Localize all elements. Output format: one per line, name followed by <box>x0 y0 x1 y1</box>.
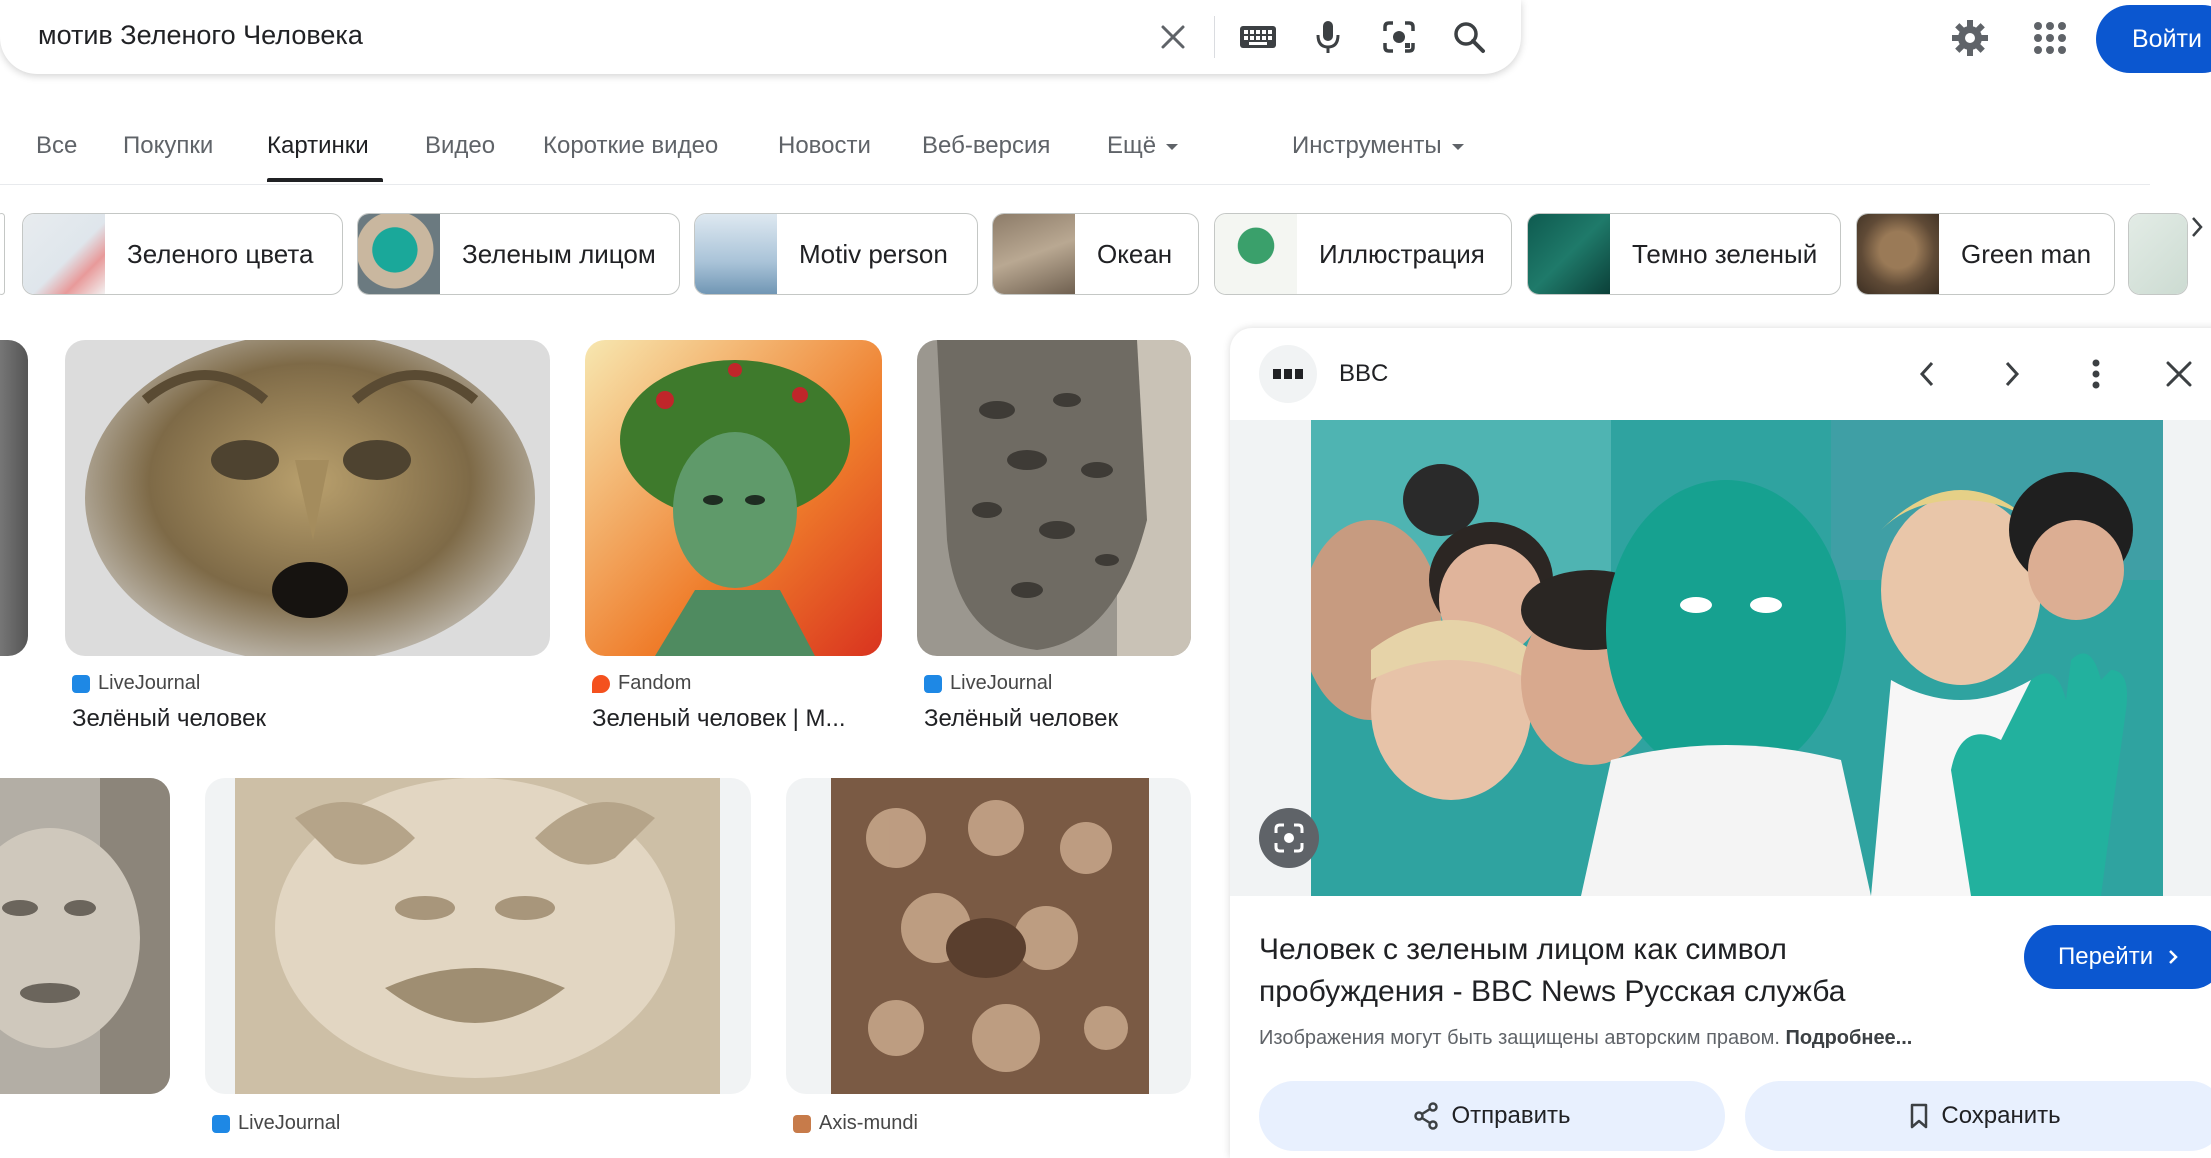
result-image[interactable] <box>65 340 550 656</box>
chip-thumbnail <box>993 214 1075 294</box>
result-source: LiveJournal <box>72 672 200 695</box>
livejournal-icon <box>212 1114 230 1133</box>
apps-grid-icon[interactable] <box>2030 18 2070 58</box>
chip-green-man[interactable]: Green man <box>1856 213 2115 295</box>
tools-button[interactable]: Инструменты <box>1292 132 1464 160</box>
result-image-partial[interactable] <box>0 340 28 656</box>
result-source-name: Fandom <box>618 672 692 694</box>
livejournal-icon <box>924 674 942 693</box>
tab-images[interactable]: Картинки <box>267 132 369 160</box>
share-label: Отправить <box>1451 1102 1571 1129</box>
copyright-notice: Изображения могут быть защищены авторски… <box>1259 1027 1912 1050</box>
signin-button[interactable]: Войти <box>2096 5 2211 73</box>
lens-icon <box>1274 823 1304 853</box>
tab-video[interactable]: Видео <box>425 132 495 160</box>
chevron-right-icon[interactable] <box>2182 214 2211 240</box>
chevron-down-icon <box>1451 143 1464 150</box>
chip-illustration[interactable]: Иллюстрация <box>1214 213 1512 295</box>
result-source: Fandom <box>592 672 691 695</box>
chip-label: Океан <box>1097 238 1173 269</box>
chip-ocean[interactable]: Океан <box>992 213 1199 295</box>
result-source-name: Axis-mundi <box>819 1112 918 1134</box>
result-source-name: LiveJournal <box>238 1112 341 1134</box>
result-image[interactable] <box>917 340 1191 656</box>
chip-thumbnail <box>1528 214 1610 294</box>
tab-more[interactable]: Ещё <box>1107 132 1179 160</box>
result-image[interactable] <box>0 778 170 1094</box>
bookmark-icon <box>1911 1103 1928 1129</box>
tab-short-video[interactable]: Короткие видео <box>543 132 718 160</box>
result-source: LiveJournal <box>212 1112 340 1135</box>
chevron-right-icon <box>2169 950 2178 964</box>
tab-web[interactable]: Веб-версия <box>922 132 1050 160</box>
chip-label: Темно зеленый <box>1632 238 1818 269</box>
chevron-down-icon <box>1166 143 1179 150</box>
more-info-link[interactable]: Подробнее... <box>1786 1027 1913 1049</box>
chip-thumbnail <box>695 214 777 294</box>
chip-green-color[interactable]: Зеленого цвета <box>22 213 343 295</box>
tabs-divider <box>0 184 2150 185</box>
chip-label: Зеленого цвета <box>127 238 314 269</box>
tab-news[interactable]: Новости <box>778 132 871 160</box>
panel-source[interactable]: BBC <box>1339 360 1388 388</box>
chip-motiv-person[interactable]: Motiv person <box>694 213 978 295</box>
lens-icon[interactable] <box>1376 14 1422 60</box>
result-source-name: LiveJournal <box>98 672 201 694</box>
save-label: Сохранить <box>1941 1102 2061 1129</box>
chip-thumbnail <box>1215 214 1297 294</box>
chip-label: Motiv person <box>799 238 948 269</box>
copyright-text: Изображения могут быть защищены авторски… <box>1259 1027 1780 1049</box>
chevron-right-icon[interactable] <box>1989 351 2035 397</box>
chip-green-face[interactable]: Зеленым лицом <box>357 213 680 295</box>
fandom-icon <box>592 674 610 693</box>
result-title[interactable]: Зелёный человек <box>924 705 1118 733</box>
result-title[interactable]: Зеленый человек | M... <box>592 705 846 733</box>
visit-label: Перейти <box>2058 943 2154 970</box>
result-image[interactable] <box>786 778 1191 1094</box>
chip-thumbnail <box>358 214 440 294</box>
result-source: Axis-mundi <box>793 1112 918 1135</box>
chip-partial-right[interactable] <box>2128 213 2188 295</box>
close-icon[interactable] <box>2156 351 2202 397</box>
keyboard-icon[interactable] <box>1235 14 1281 60</box>
result-image[interactable] <box>585 340 882 656</box>
result-image[interactable] <box>205 778 751 1094</box>
more-vert-icon[interactable] <box>2073 351 2119 397</box>
visit-button[interactable]: Перейти <box>2024 925 2211 989</box>
chip-thumbnail <box>2129 214 2187 294</box>
chip-label: Green man <box>1961 238 2092 269</box>
axis-mundi-icon <box>793 1114 811 1133</box>
tab-all[interactable]: Все <box>36 132 77 160</box>
search-icon[interactable] <box>1446 14 1492 60</box>
panel-title-line: пробуждения - BBC News Русская служба <box>1259 975 1846 1008</box>
bbc-logo-icon <box>1259 345 1317 403</box>
clear-icon[interactable] <box>1150 14 1196 60</box>
chip-label: Иллюстрация <box>1319 238 1485 269</box>
result-source-name: LiveJournal <box>950 672 1053 694</box>
result-title[interactable]: Зелёный человек <box>72 705 266 733</box>
tab-shopping[interactable]: Покупки <box>123 132 213 160</box>
tools-label: Инструменты <box>1292 132 1442 159</box>
livejournal-icon <box>72 674 90 693</box>
lens-search-button[interactable] <box>1259 808 1319 868</box>
gear-icon[interactable] <box>1948 16 1992 60</box>
tab-more-label: Ещё <box>1107 132 1157 159</box>
share-icon <box>1414 1102 1439 1130</box>
search-input[interactable]: мотив Зеленого Человека <box>38 20 363 51</box>
chip-label: Зеленым лицом <box>462 238 656 269</box>
search-divider <box>1214 16 1215 58</box>
panel-title-line: Человек с зеленым лицом как символ <box>1259 933 1787 966</box>
chip-thumbnail <box>1857 214 1939 294</box>
active-tab-indicator <box>267 178 383 182</box>
result-source: LiveJournal <box>924 672 1052 695</box>
chip-thumbnail <box>23 214 105 294</box>
panel-title[interactable]: Человек с зеленым лицом как символ пробу… <box>1259 929 1845 1013</box>
preview-image[interactable] <box>1311 420 2163 896</box>
chip-dark-green[interactable]: Темно зеленый <box>1527 213 1841 295</box>
chip-partial-left[interactable] <box>0 213 5 295</box>
chevron-left-icon[interactable] <box>1904 351 1950 397</box>
microphone-icon[interactable] <box>1305 14 1351 60</box>
